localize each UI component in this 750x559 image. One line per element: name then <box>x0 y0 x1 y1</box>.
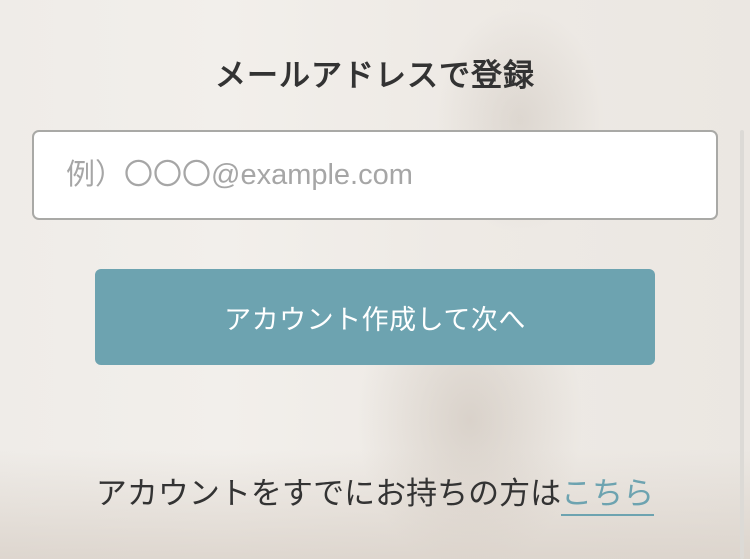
login-prompt-text: アカウントをすでにお持ちの方は <box>95 476 562 512</box>
email-field[interactable] <box>32 130 718 220</box>
page-title: メールアドレスで登録 <box>215 58 535 94</box>
signup-form: メールアドレスで登録 アカウント作成して次へ アカウントをすでにお持ちの方はこち… <box>0 0 750 559</box>
login-link[interactable]: こちら <box>561 476 655 516</box>
login-prompt: アカウントをすでにお持ちの方はこちら <box>0 468 750 516</box>
create-account-button[interactable]: アカウント作成して次へ <box>95 269 655 365</box>
